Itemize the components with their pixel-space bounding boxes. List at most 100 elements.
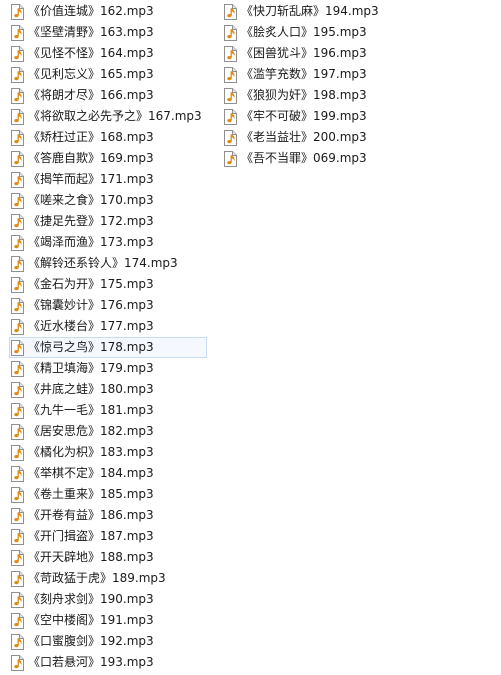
audio-file-icon (10, 87, 24, 104)
file-name-label: 《口蜜腹剑》192.mp3 (28, 634, 154, 648)
file-item[interactable]: 《滥竽充数》197.mp3 (222, 64, 384, 85)
file-name-label: 《吾不当罪》069.mp3 (241, 151, 367, 165)
file-item-selected[interactable]: 《惊弓之鸟》178.mp3 (9, 337, 207, 358)
file-item[interactable]: 《锦囊妙计》176.mp3 (9, 295, 207, 316)
audio-file-icon (10, 297, 24, 314)
audio-file-icon (223, 150, 237, 167)
file-item[interactable]: 《精卫填海》179.mp3 (9, 358, 207, 379)
audio-file-icon (223, 108, 237, 125)
file-name-label: 《将朗才尽》166.mp3 (28, 88, 154, 102)
file-item[interactable]: 《揭竿而起》171.mp3 (9, 169, 207, 190)
file-item[interactable]: 《价值连城》162.mp3 (9, 1, 207, 22)
file-item[interactable]: 《困兽犹斗》196.mp3 (222, 43, 384, 64)
file-name-label: 《开天辟地》188.mp3 (28, 550, 154, 564)
audio-file-icon (10, 633, 24, 650)
file-name-label: 《答鹿自欺》169.mp3 (28, 151, 154, 165)
file-item[interactable]: 《开天辟地》188.mp3 (9, 547, 207, 568)
audio-file-icon (10, 528, 24, 545)
audio-file-icon (10, 402, 24, 419)
audio-file-icon (10, 108, 24, 125)
audio-file-icon (10, 591, 24, 608)
audio-file-icon (10, 654, 24, 671)
audio-file-icon (10, 45, 24, 62)
file-name-label: 《锦囊妙计》176.mp3 (28, 298, 154, 312)
audio-file-icon (10, 171, 24, 188)
audio-file-icon (223, 24, 237, 41)
file-item[interactable]: 《见怪不怪》164.mp3 (9, 43, 207, 64)
file-name-label: 《九牛一毛》181.mp3 (28, 403, 154, 417)
file-item[interactable]: 《口蜜腹剑》192.mp3 (9, 631, 207, 652)
file-item[interactable]: 《开卷有益》186.mp3 (9, 505, 207, 526)
file-name-label: 《井底之蛙》180.mp3 (28, 382, 154, 396)
file-item[interactable]: 《矫枉过正》168.mp3 (9, 127, 207, 148)
file-item[interactable]: 《将朗才尽》166.mp3 (9, 85, 207, 106)
file-item[interactable]: 《嗟来之食》170.mp3 (9, 190, 207, 211)
file-item[interactable]: 《将欲取之必先予之》167.mp3 (9, 106, 207, 127)
file-item[interactable]: 《解铃还系铃人》174.mp3 (9, 253, 207, 274)
audio-file-icon (10, 570, 24, 587)
file-item[interactable]: 《开门揖盗》187.mp3 (9, 526, 207, 547)
file-item[interactable]: 《卷土重来》185.mp3 (9, 484, 207, 505)
file-item[interactable]: 《九牛一毛》181.mp3 (9, 400, 207, 421)
file-name-label: 《快刀斩乱麻》194.mp3 (241, 4, 379, 18)
file-column-1: 《价值连城》162.mp3 《坚壁清野》163.mp3 《见怪不怪》164.mp3 《… (9, 1, 207, 673)
file-column-2: 《快刀斩乱麻》194.mp3 《脍炙人口》195.mp3 《困兽犹斗》196.mp3… (222, 1, 384, 169)
file-item[interactable]: 《狼狈为奸》198.mp3 (222, 85, 384, 106)
file-name-label: 《将欲取之必先予之》167.mp3 (28, 109, 202, 123)
file-name-label: 《空中楼阁》191.mp3 (28, 613, 154, 627)
audio-file-icon (10, 423, 24, 440)
audio-file-icon (10, 444, 24, 461)
audio-file-icon (10, 66, 24, 83)
file-name-label: 《口若悬河》193.mp3 (28, 655, 154, 669)
file-item[interactable]: 《近水楼台》177.mp3 (9, 316, 207, 337)
audio-file-icon (10, 486, 24, 503)
file-item[interactable]: 《居安思危》182.mp3 (9, 421, 207, 442)
file-name-label: 《狼狈为奸》198.mp3 (241, 88, 367, 102)
file-item[interactable]: 《空中楼阁》191.mp3 (9, 610, 207, 631)
file-item[interactable]: 《苛政猛于虎》189.mp3 (9, 568, 207, 589)
file-item[interactable]: 《坚壁清野》163.mp3 (9, 22, 207, 43)
audio-file-icon (223, 45, 237, 62)
file-item[interactable]: 《橘化为枳》183.mp3 (9, 442, 207, 463)
file-item[interactable]: 《脍炙人口》195.mp3 (222, 22, 384, 43)
file-item[interactable]: 《刻舟求剑》190.mp3 (9, 589, 207, 610)
file-list: 《价值连城》162.mp3 《坚壁清野》163.mp3 《见怪不怪》164.mp3 《… (0, 0, 501, 675)
file-name-label: 《开门揖盗》187.mp3 (28, 529, 154, 543)
file-name-label: 《捷足先登》172.mp3 (28, 214, 154, 228)
file-name-label: 《近水楼台》177.mp3 (28, 319, 154, 333)
file-name-label: 《见利忘义》165.mp3 (28, 67, 154, 81)
file-item[interactable]: 《竭泽而渔》173.mp3 (9, 232, 207, 253)
file-name-label: 《橘化为枳》183.mp3 (28, 445, 154, 459)
file-item[interactable]: 《答鹿自欺》169.mp3 (9, 148, 207, 169)
audio-file-icon (10, 465, 24, 482)
audio-file-icon (10, 213, 24, 230)
file-name-label: 《开卷有益》186.mp3 (28, 508, 154, 522)
file-item[interactable]: 《举棋不定》184.mp3 (9, 463, 207, 484)
audio-file-icon (10, 192, 24, 209)
file-item[interactable]: 《吾不当罪》069.mp3 (222, 148, 384, 169)
audio-file-icon (223, 66, 237, 83)
file-item[interactable]: 《口若悬河》193.mp3 (9, 652, 207, 673)
audio-file-icon (10, 507, 24, 524)
file-item[interactable]: 《金石为开》175.mp3 (9, 274, 207, 295)
file-name-label: 《滥竽充数》197.mp3 (241, 67, 367, 81)
file-item[interactable]: 《见利忘义》165.mp3 (9, 64, 207, 85)
file-item[interactable]: 《快刀斩乱麻》194.mp3 (222, 1, 384, 22)
file-name-label: 《嗟来之食》170.mp3 (28, 193, 154, 207)
file-name-label: 《揭竿而起》171.mp3 (28, 172, 154, 186)
file-name-label: 《竭泽而渔》173.mp3 (28, 235, 154, 249)
file-name-label: 《牢不可破》199.mp3 (241, 109, 367, 123)
file-name-label: 《老当益壮》200.mp3 (241, 130, 367, 144)
file-name-label: 《刻舟求剑》190.mp3 (28, 592, 154, 606)
file-item[interactable]: 《老当益壮》200.mp3 (222, 127, 384, 148)
file-item[interactable]: 《捷足先登》172.mp3 (9, 211, 207, 232)
file-item[interactable]: 《牢不可破》199.mp3 (222, 106, 384, 127)
audio-file-icon (10, 339, 24, 356)
file-name-label: 《金石为开》175.mp3 (28, 277, 154, 291)
file-name-label: 《矫枉过正》168.mp3 (28, 130, 154, 144)
audio-file-icon (10, 3, 24, 20)
file-name-label: 《居安思危》182.mp3 (28, 424, 154, 438)
file-name-label: 《举棋不定》184.mp3 (28, 466, 154, 480)
file-item[interactable]: 《井底之蛙》180.mp3 (9, 379, 207, 400)
audio-file-icon (223, 3, 237, 20)
